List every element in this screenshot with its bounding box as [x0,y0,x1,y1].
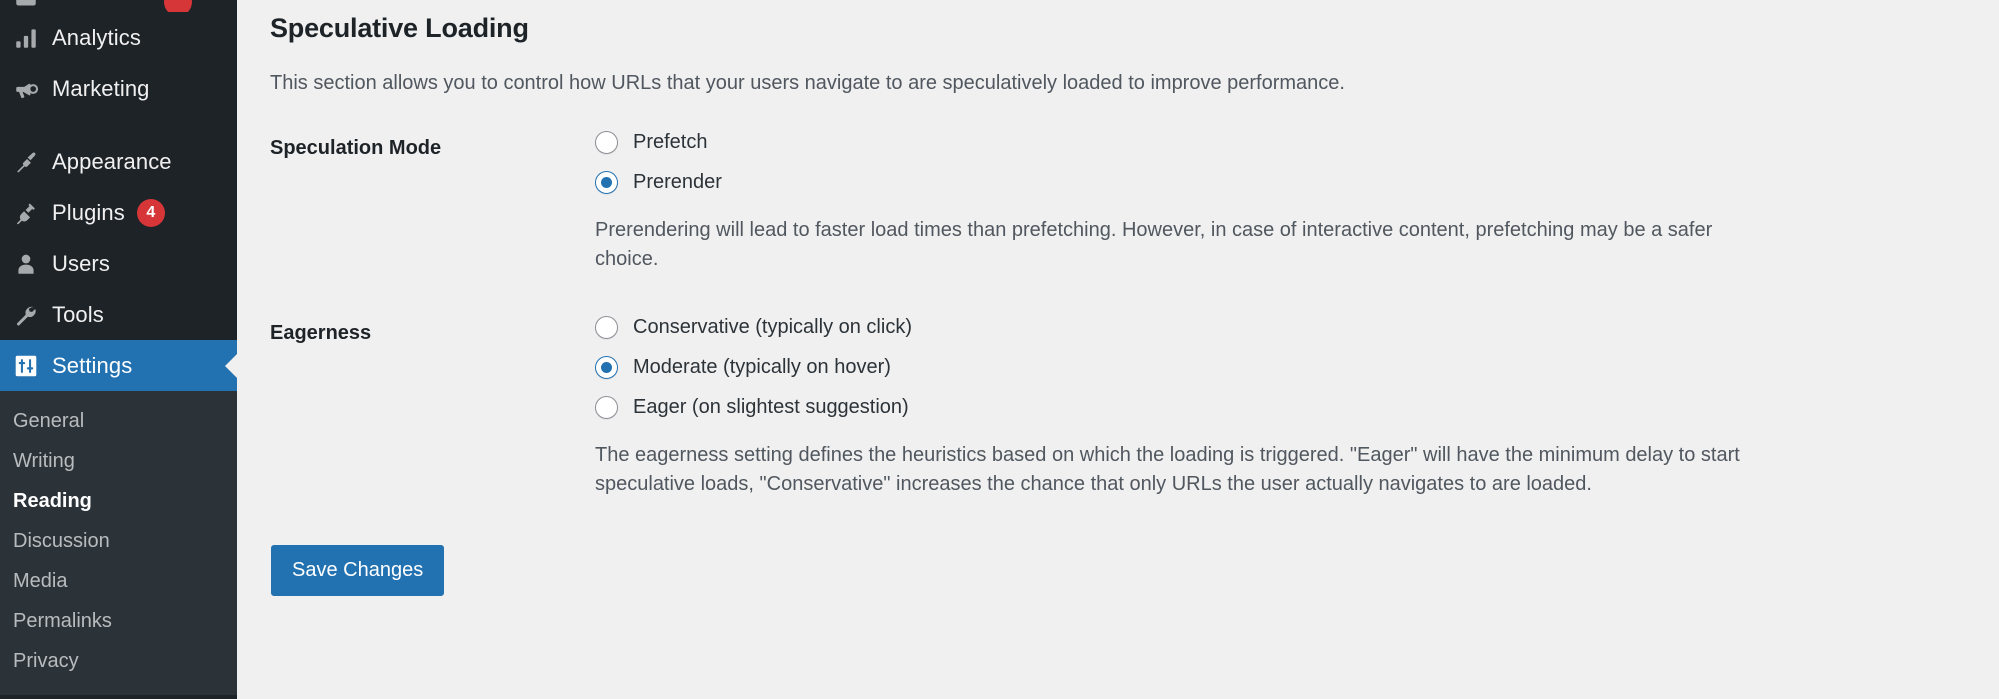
clipped-badge [164,0,192,12]
speculation-mode-label: Speculation Mode [270,137,442,159]
settings-content: Speculative Loading This section allows … [237,0,1999,699]
sidebar-item-users[interactable]: Users [0,238,237,289]
sidebar-item-marketing-label: Marketing [52,75,150,101]
submenu-item-privacy[interactable]: Privacy [0,641,237,681]
chart-bar-icon [13,25,47,51]
sidebar-item-plugins-label: Plugins [52,199,125,225]
submenu-item-media[interactable]: Media [0,561,237,601]
form-row-eagerness: Eagerness Conservative (typically on cli… [270,316,1970,499]
admin-sidebar: Analytics Marketing Appearance Plugins 4… [0,0,237,699]
submenu-item-writing[interactable]: Writing [0,441,237,481]
paintbrush-icon [13,149,47,175]
settings-submenu: General Writing Reading Discussion Media… [0,391,237,695]
form-row-spacer [270,274,1970,316]
speculation-mode-help: Prerendering will lead to faster load ti… [595,219,1713,270]
clipped-icon [13,0,47,12]
megaphone-icon [13,76,47,102]
sliders-icon [13,353,47,379]
page-title: Speculative Loading [270,13,529,43]
radio-prerender-label: Prerender [633,171,722,193]
save-changes-button[interactable]: Save Changes [271,545,445,596]
wrench-icon [13,302,47,328]
radio-prerender-input[interactable] [595,171,618,194]
submit-area: Save Changes [270,499,1999,596]
submenu-item-general[interactable]: General [0,401,237,441]
radio-moderate-input[interactable] [595,356,618,379]
sidebar-item-settings-label: Settings [52,352,133,378]
sidebar-item-users-label: Users [52,250,110,276]
speculation-mode-field: Prefetch Prerender Prerendering will lea… [593,131,1970,274]
sidebar-separator [0,114,237,136]
form-row-speculation-mode: Speculation Mode Prefetch Prerender Prer… [270,131,1970,274]
sidebar-item-clipped[interactable] [0,0,237,12]
sidebar-item-tools[interactable]: Tools [0,289,237,340]
wordpress-admin-screen: Analytics Marketing Appearance Plugins 4… [0,0,1999,699]
radio-eager-input[interactable] [595,396,618,419]
user-icon [13,251,47,277]
submenu-item-reading[interactable]: Reading [0,481,237,521]
submenu-item-permalinks[interactable]: Permalinks [0,601,237,641]
radio-eager-label: Eager (on slightest suggestion) [633,396,909,418]
radio-conservative-input[interactable] [595,316,618,339]
eagerness-field: Conservative (typically on click) Modera… [593,316,1970,499]
sidebar-item-marketing[interactable]: Marketing [0,63,237,114]
sidebar-item-settings[interactable]: Settings [0,340,237,391]
radio-conservative-label: Conservative (typically on click) [633,316,912,338]
sidebar-item-plugins[interactable]: Plugins 4 [0,187,237,238]
sidebar-item-analytics-label: Analytics [52,24,141,50]
sidebar-item-appearance[interactable]: Appearance [0,136,237,187]
sidebar-item-appearance-label: Appearance [52,148,172,174]
submenu-item-discussion[interactable]: Discussion [0,521,237,561]
radio-moderate-label: Moderate (typically on hover) [633,356,891,378]
plug-icon [13,200,47,226]
radio-option-eager[interactable]: Eager (on slightest suggestion) [595,396,1970,419]
radio-option-prerender[interactable]: Prerender [595,171,1970,194]
eagerness-help: The eagerness setting defines the heuris… [595,444,1740,495]
eagerness-label: Eagerness [270,322,372,344]
plugins-update-badge: 4 [136,198,165,227]
radio-option-prefetch[interactable]: Prefetch [595,131,1970,154]
radio-option-moderate[interactable]: Moderate (typically on hover) [595,356,1970,379]
speculative-loading-form: Speculation Mode Prefetch Prerender Prer… [270,131,1970,499]
sidebar-item-analytics[interactable]: Analytics [0,12,237,63]
radio-prefetch-input[interactable] [595,131,618,154]
radio-option-conservative[interactable]: Conservative (typically on click) [595,316,1970,339]
radio-prefetch-label: Prefetch [633,131,708,153]
sidebar-item-tools-label: Tools [52,301,104,327]
section-description: This section allows you to control how U… [270,72,1345,94]
